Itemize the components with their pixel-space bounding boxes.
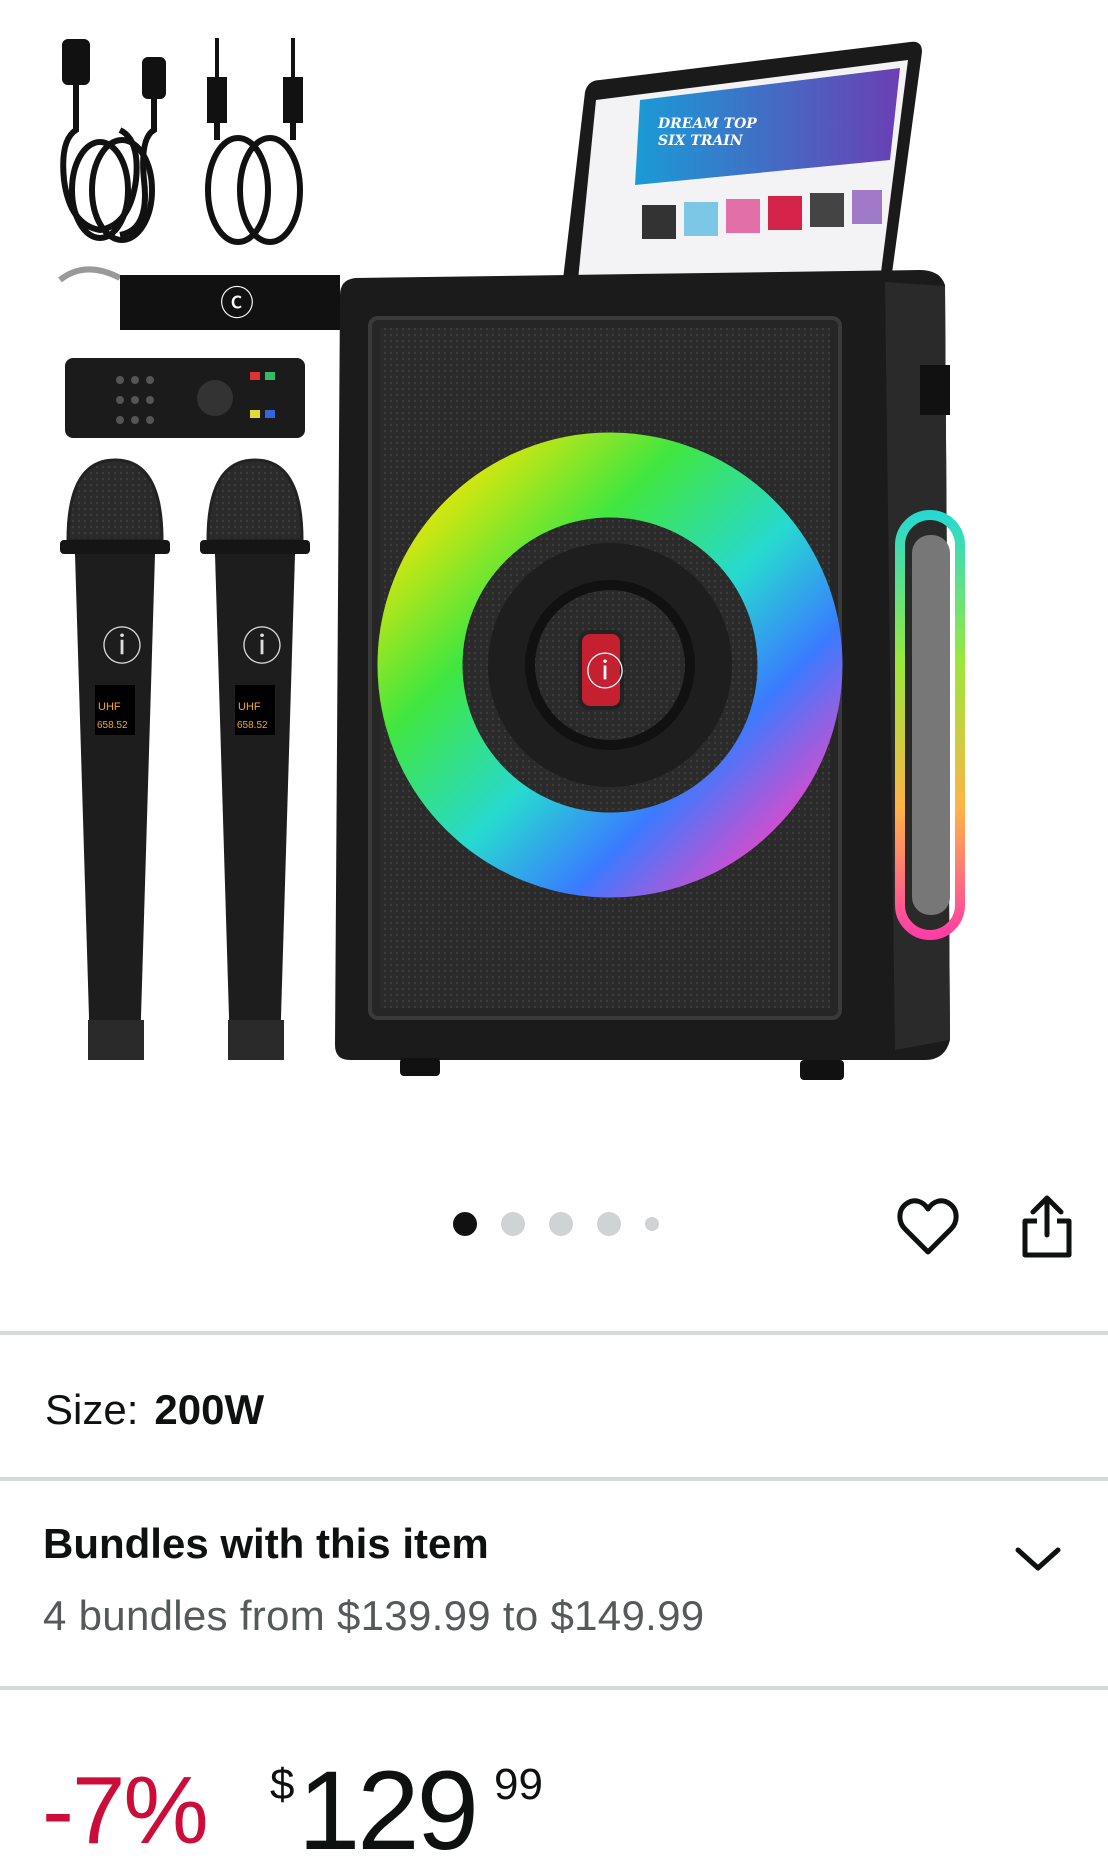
- size-label: Size:: [45, 1386, 139, 1433]
- chevron-down-icon: [1015, 1547, 1061, 1571]
- carousel-dot[interactable]: [549, 1212, 573, 1236]
- carousel-dot[interactable]: [645, 1217, 659, 1231]
- remote-image: [65, 358, 305, 438]
- price-currency: $: [270, 1760, 295, 1809]
- svg-text:ⓘ: ⓘ: [242, 625, 282, 669]
- svg-text:UHF: UHF: [238, 701, 261, 713]
- svg-text:ⓘ: ⓘ: [102, 625, 142, 669]
- tablet-image: DREAM TOP SIX TRAIN: [562, 41, 922, 288]
- product-image-gallery[interactable]: ⓒ ⓘ UHF 658.52 ⓘ UHF 658.52 DREAM TOP SI…: [0, 0, 1108, 1330]
- price-whole: 129: [298, 1748, 479, 1873]
- share-button[interactable]: [1016, 1191, 1078, 1261]
- share-icon: [1022, 1195, 1072, 1258]
- svg-text:DREAM TOP: DREAM TOP: [657, 116, 757, 132]
- price-fraction: 99: [494, 1760, 543, 1809]
- expand-bundles-button[interactable]: [1012, 1542, 1064, 1581]
- size-value: 200W: [154, 1386, 265, 1433]
- image-carousel-dots[interactable]: [453, 1212, 659, 1236]
- svg-text:658.52: 658.52: [97, 720, 128, 731]
- svg-text:658.52: 658.52: [237, 720, 268, 731]
- product-image[interactable]: ⓒ ⓘ UHF 658.52 ⓘ UHF 658.52 DREAM TOP SI…: [40, 20, 1080, 1110]
- carousel-dot[interactable]: [597, 1212, 621, 1236]
- carousel-dot[interactable]: [453, 1212, 477, 1236]
- aux-cable-image: [205, 38, 303, 245]
- strap-image: ⓒ: [58, 266, 340, 330]
- bundles-subtitle: 4 bundles from $139.99 to $149.99: [43, 1592, 705, 1639]
- heart-icon: [897, 1198, 959, 1255]
- discount-percent: -7%: [42, 1757, 209, 1864]
- carousel-dot[interactable]: [501, 1212, 525, 1236]
- svg-text:UHF: UHF: [98, 701, 121, 713]
- bundles-section[interactable]: Bundles with this item 4 bundles from $1…: [0, 1486, 1108, 1686]
- usb-cable-image: [60, 39, 166, 243]
- favorite-button[interactable]: [893, 1195, 963, 1259]
- divider: [0, 1686, 1108, 1690]
- svg-text:SIX TRAIN: SIX TRAIN: [658, 133, 744, 149]
- svg-text:ⓘ: ⓘ: [586, 652, 624, 694]
- size-selector[interactable]: Size: 200W: [45, 1386, 264, 1434]
- divider: [0, 1331, 1108, 1335]
- divider: [0, 1477, 1108, 1481]
- microphone-image: ⓘ UHF 658.52: [200, 458, 310, 1060]
- bundles-title: Bundles with this item: [43, 1520, 489, 1567]
- microphone-image: ⓘ UHF 658.52: [60, 458, 170, 1060]
- svg-text:ⓒ: ⓒ: [220, 285, 254, 323]
- speaker-image: ⓘ: [335, 270, 965, 1080]
